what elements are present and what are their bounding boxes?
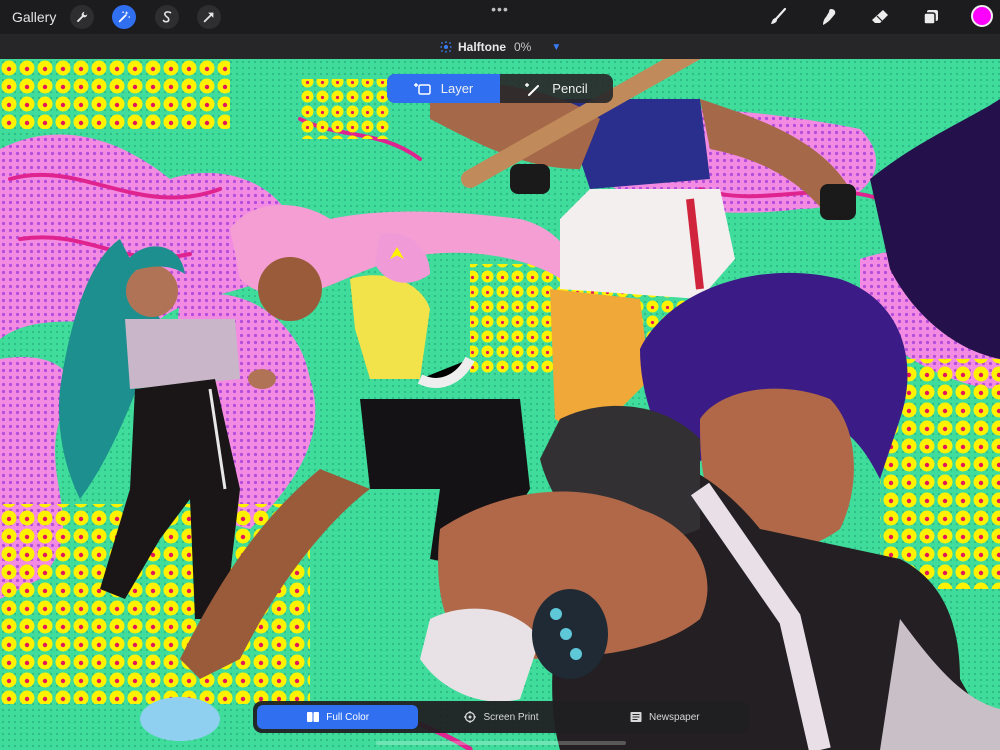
home-indicator[interactable] [376,741,626,745]
mode-newspaper-label: Newspaper [649,711,700,723]
adjustment-name: Halftone [458,40,506,54]
newspaper-icon [630,712,642,722]
mode-screen-print-label: Screen Print [483,711,539,723]
pencil-icon [525,82,540,96]
arrow-cursor-icon[interactable] [197,5,221,29]
adjustment-value: 0% [514,40,532,54]
gallery-button[interactable]: Gallery [12,9,56,25]
pencil-option[interactable]: Pencil [500,74,613,103]
mode-full-color-label: Full Color [326,711,370,723]
more-options-icon[interactable]: ••• [487,1,513,17]
layers-icon[interactable] [919,5,943,29]
artwork-canvas[interactable] [0,59,1000,750]
adjustment-status[interactable]: Halftone 0% ▼ [440,39,561,55]
pencil-option-label: Pencil [552,81,588,96]
selection-s-icon[interactable] [155,5,179,29]
mode-screen-print[interactable]: Screen Print [420,705,581,729]
adjustment-bar: Halftone 0% ▼ [0,34,1000,59]
magic-wand-icon[interactable] [112,5,136,29]
mode-full-color[interactable]: Full Color [257,705,419,729]
adjustment-target-toggle: Layer Pencil [387,74,613,103]
layer-option-label: Layer [440,81,474,96]
halftone-mode-bar: Full Color Screen Print Newspaper [253,701,749,733]
layer-icon [413,82,431,95]
brush-icon[interactable] [766,5,790,29]
color-picker-swatch[interactable] [971,5,993,27]
artwork-illustration [0,59,1000,750]
chevron-down-icon[interactable]: ▼ [551,42,561,53]
eraser-icon[interactable] [868,5,892,29]
crosshair-icon [464,711,477,723]
book-icon [307,712,320,722]
layer-option[interactable]: Layer [387,74,500,103]
smudge-icon[interactable] [817,5,841,29]
halftone-icon [440,41,452,53]
wrench-icon[interactable] [70,5,94,29]
mode-newspaper[interactable]: Newspaper [584,705,745,729]
top-toolbar: Gallery ••• [0,0,1000,34]
